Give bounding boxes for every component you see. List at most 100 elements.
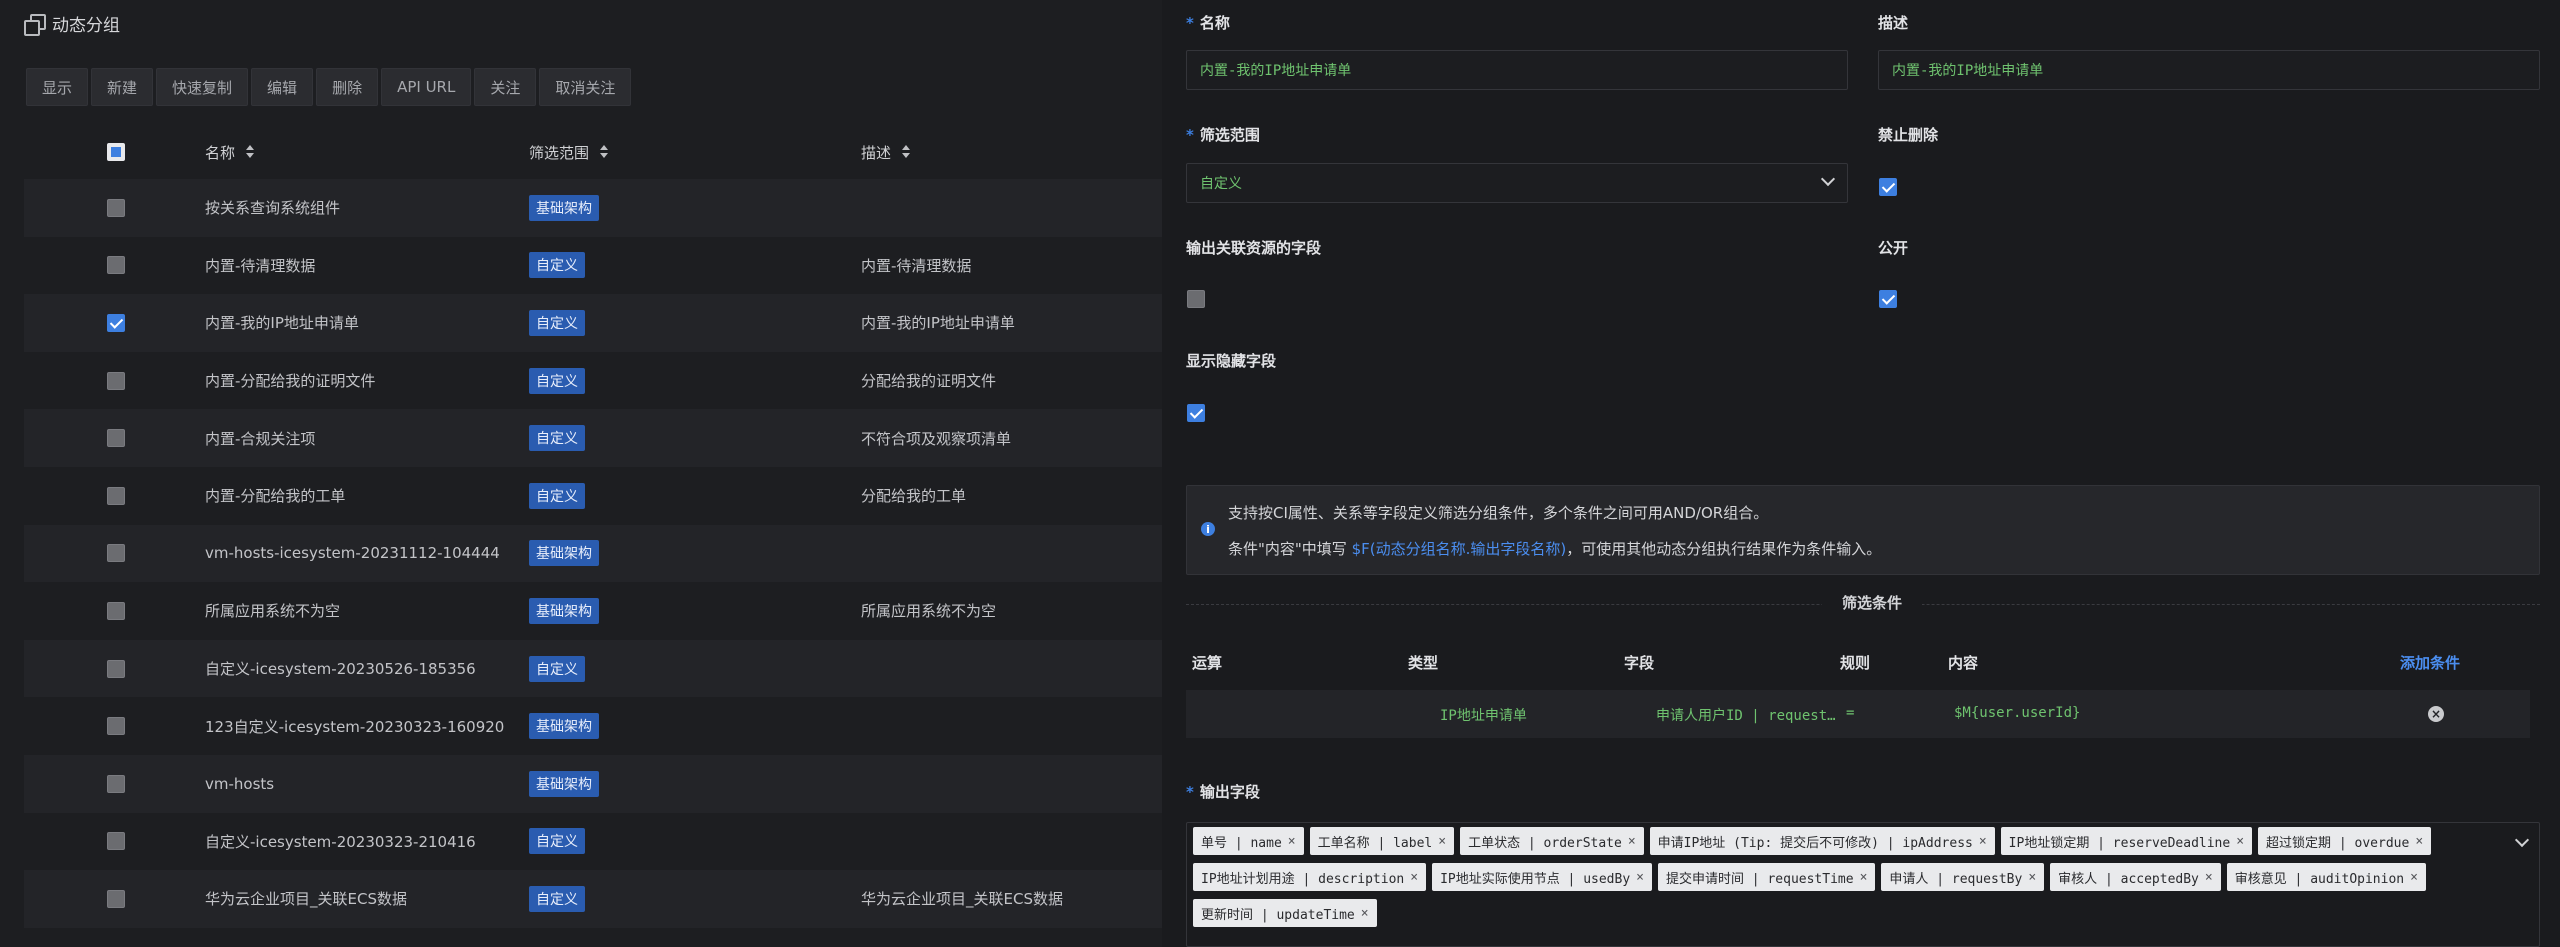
filter-content-value[interactable]: $M{user.userId}: [1954, 705, 2080, 721]
output-related-checkbox[interactable]: [1187, 290, 1205, 308]
output-field-chip: IP地址计划用途 | description ×: [1193, 863, 1427, 891]
table-row[interactable]: 内置-分配给我的证明文件 自定义 分配给我的证明文件: [24, 351, 1162, 410]
chip-remove-icon[interactable]: ×: [2236, 834, 2244, 849]
table-row[interactable]: 华为云企业项目_关联ECS数据 自定义 华为云企业项目_关联ECS数据: [24, 870, 1162, 928]
chip-remove-icon[interactable]: ×: [1361, 906, 1369, 921]
name-input[interactable]: 内置-我的IP地址申请单: [1186, 50, 1848, 90]
edit-button[interactable]: 编辑: [251, 68, 314, 106]
remove-condition-icon[interactable]: ×: [2428, 706, 2444, 722]
output-fields-select[interactable]: 单号 | name × 工单名称 | label × 工单状态 | orderState…: [1186, 822, 2540, 947]
row-checkbox[interactable]: [107, 486, 125, 505]
sort-icon[interactable]: [901, 144, 911, 160]
chevron-down-icon: [1820, 171, 1836, 187]
row-checkbox[interactable]: [107, 313, 125, 332]
row-checkbox[interactable]: [107, 889, 125, 908]
row-checkbox[interactable]: [107, 429, 125, 448]
sort-icon[interactable]: [245, 144, 255, 160]
table-row[interactable]: 内置-分配给我的工单 自定义 分配给我的工单: [24, 466, 1162, 525]
row-scope: 自定义: [518, 482, 850, 509]
row-desc: 内置-待清理数据: [861, 256, 972, 275]
table-row[interactable]: 自定义-icesystem-20230323-210416 自定义: [24, 812, 1162, 871]
chip-remove-icon[interactable]: ×: [2028, 870, 2036, 885]
add-condition-button[interactable]: 添加条件: [2400, 652, 2460, 673]
show-hidden-checkbox[interactable]: [1187, 404, 1205, 422]
row-scope: 自定义: [518, 885, 850, 912]
chip-remove-icon[interactable]: ×: [1288, 834, 1296, 849]
column-header-name[interactable]: 名称: [184, 142, 518, 163]
chip-remove-icon[interactable]: ×: [1860, 870, 1868, 885]
row-checkbox[interactable]: [107, 659, 125, 678]
sort-icon[interactable]: [599, 144, 609, 160]
info-line-2: 条件"内容"中填写 $F(动态分组名称.输出字段名称)，可使用其他动态分组执行结…: [1228, 540, 1882, 558]
output-field-chips: 单号 | name × 工单名称 | label × 工单状态 | orderState…: [1193, 827, 2483, 927]
filter-header-rule: 规则: [1840, 654, 1871, 672]
column-header-desc[interactable]: 描述: [850, 142, 1162, 163]
table-row[interactable]: vm-hosts-icesystem-20231112-104444 基础架构: [24, 524, 1162, 583]
delete-button[interactable]: 删除: [316, 68, 379, 106]
scope-tag: 基础架构: [529, 597, 599, 624]
filter-row: IP地址申请单 申请人用户ID | request… = $M{user.use…: [1186, 690, 2530, 738]
chip-remove-icon[interactable]: ×: [2410, 870, 2418, 885]
output-field-chip: IP地址锁定期 | reserveDeadline ×: [2000, 827, 2253, 855]
table-row[interactable]: 123自定义-icesystem-20230323-160920 基础架构: [24, 697, 1162, 755]
info-icon: i: [1201, 522, 1215, 536]
no-delete-checkbox[interactable]: [1879, 178, 1897, 196]
chip-remove-icon[interactable]: ×: [1979, 834, 1987, 849]
select-all-checkbox[interactable]: [107, 143, 125, 161]
chip-remove-icon[interactable]: ×: [2205, 870, 2213, 885]
show-button[interactable]: 显示: [26, 68, 89, 106]
chevron-down-icon[interactable]: [2514, 832, 2530, 848]
chip-remove-icon[interactable]: ×: [1410, 870, 1418, 885]
filter-rule-value[interactable]: =: [1846, 705, 1854, 721]
desc-input[interactable]: 内置-我的IP地址申请单: [1878, 50, 2540, 90]
row-scope: 自定义: [518, 425, 850, 452]
table-row[interactable]: 自定义-icesystem-20230526-185356 自定义: [24, 639, 1162, 698]
row-name: 华为云企业项目_关联ECS数据: [205, 890, 407, 909]
row-checkbox[interactable]: [107, 544, 125, 563]
row-scope: 基础架构: [518, 597, 850, 624]
unfollow-button[interactable]: 取消关注: [539, 68, 632, 106]
row-name: 123自定义-icesystem-20230323-160920: [205, 717, 505, 736]
no-delete-label: 禁止删除: [1878, 126, 1939, 144]
chip-remove-icon[interactable]: ×: [1628, 834, 1636, 849]
follow-button[interactable]: 关注: [474, 68, 537, 106]
row-scope: 自定义: [518, 309, 850, 336]
row-checkbox[interactable]: [107, 371, 125, 390]
row-name: 内置-分配给我的工单: [205, 487, 346, 506]
row-desc: 不符合项及观察项清单: [861, 429, 1012, 448]
table-row[interactable]: 所属应用系统不为空 基础架构 所属应用系统不为空: [24, 582, 1162, 640]
scope-tag: 自定义: [529, 425, 585, 452]
table-row[interactable]: vm-hosts 基础架构: [24, 754, 1162, 813]
output-field-chip: 审核意见 | auditOpinion ×: [2226, 863, 2426, 891]
api-url-button[interactable]: API URL: [381, 68, 472, 106]
filter-type-value[interactable]: IP地址申请单: [1440, 705, 1527, 725]
public-label: 公开: [1878, 239, 1909, 257]
row-checkbox[interactable]: [107, 832, 125, 851]
scope-tag: 自定义: [529, 885, 585, 912]
row-checkbox[interactable]: [107, 601, 125, 620]
table-row[interactable]: 内置-合规关注项 自定义 不符合项及观察项清单: [24, 409, 1162, 467]
row-checkbox[interactable]: [107, 256, 125, 275]
chip-remove-icon[interactable]: ×: [1438, 834, 1446, 849]
name-label: * 名称: [1186, 14, 1230, 32]
table-row[interactable]: 按关系查询系统组件 基础架构: [24, 179, 1162, 237]
chip-remove-icon[interactable]: ×: [1636, 870, 1644, 885]
row-name: 内置-合规关注项: [205, 429, 316, 448]
scope-select[interactable]: 自定义: [1186, 163, 1848, 203]
quick-copy-button[interactable]: 快速复制: [156, 68, 249, 106]
new-button[interactable]: 新建: [91, 68, 154, 106]
output-related-label: 输出关联资源的字段: [1186, 239, 1322, 257]
column-header-scope[interactable]: 筛选范围: [518, 142, 850, 163]
row-checkbox[interactable]: [107, 198, 125, 217]
output-field-chip: 申请人 | requestBy ×: [1881, 863, 2045, 891]
public-checkbox[interactable]: [1879, 290, 1897, 308]
row-checkbox[interactable]: [107, 717, 125, 736]
scope-tag: 基础架构: [529, 713, 599, 740]
row-checkbox[interactable]: [107, 774, 125, 793]
syntax-link[interactable]: $F(动态分组名称.输出字段名称): [1352, 540, 1567, 558]
chip-remove-icon[interactable]: ×: [2415, 834, 2423, 849]
table-row[interactable]: 内置-我的IP地址申请单 自定义 内置-我的IP地址申请单: [24, 294, 1162, 352]
row-scope: 基础架构: [518, 713, 850, 740]
table-row[interactable]: 内置-待清理数据 自定义 内置-待清理数据: [24, 236, 1162, 295]
filter-field-value[interactable]: 申请人用户ID | request…: [1656, 705, 1836, 725]
